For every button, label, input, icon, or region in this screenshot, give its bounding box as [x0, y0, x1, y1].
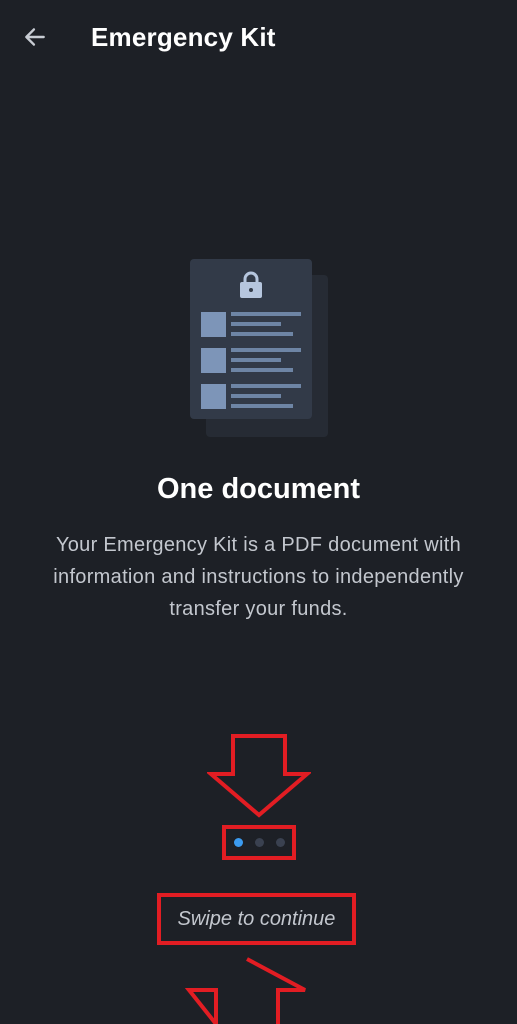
annotation-arrow-up-icon [184, 957, 306, 1024]
swipe-hint-label: Swipe to continue [177, 907, 336, 930]
app-bar: Emergency Kit [0, 0, 517, 76]
page-dot-2[interactable] [254, 838, 264, 847]
arrow-left-icon [25, 28, 45, 46]
page-dot-1[interactable] [233, 838, 243, 847]
back-button[interactable] [14, 16, 56, 58]
swipe-hint: Swipe to continue [157, 893, 356, 945]
page-title: Emergency Kit [91, 22, 276, 52]
page-dot-3[interactable] [275, 838, 285, 847]
annotation-arrow-down-icon [207, 734, 311, 818]
document-illustration [190, 259, 330, 439]
slide-title: One document [156, 473, 360, 505]
slide-description: Your Emergency Kit is a PDF document wit… [53, 534, 464, 620]
pdf-document-lock-icon [190, 259, 328, 437]
page-indicator[interactable] [222, 825, 296, 860]
